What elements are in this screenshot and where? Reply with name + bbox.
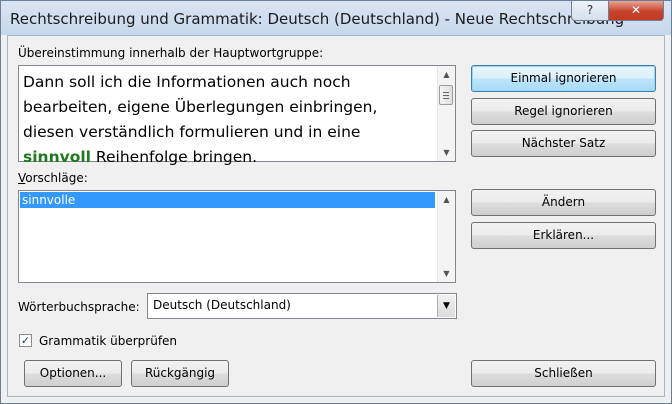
suggestion-item[interactable]: sinnvolle — [20, 192, 435, 208]
title-bar[interactable]: Rechtschreibung und Grammatik: Deutsch (… — [1, 1, 671, 35]
sentence-after: Reihenfolge bringen. — [91, 148, 258, 166]
suggestions-scrollbar[interactable]: ▲ ▼ — [437, 191, 455, 282]
close-icon: ✕ — [630, 3, 642, 17]
dictionary-language-label: Wörterbuchsprache: — [18, 300, 140, 314]
next-sentence-button[interactable]: Nächster Satz — [471, 130, 656, 157]
explain-button[interactable]: Erklären... — [471, 222, 656, 249]
undo-button[interactable]: Rückgängig — [131, 360, 229, 387]
spelling-grammar-dialog: Rechtschreibung und Grammatik: Deutsch (… — [0, 0, 672, 404]
scroll-up-arrow-icon[interactable]: ▲ — [438, 66, 455, 83]
close-window-button[interactable]: ✕ — [608, 1, 664, 21]
sentence-before: Dann soll ich die Informationen auch noc… — [23, 73, 378, 141]
help-button[interactable]: ? — [571, 1, 609, 21]
sentence-text: Dann soll ich die Informationen auch noc… — [23, 70, 423, 170]
ignore-once-button[interactable]: Einmal ignorieren — [471, 65, 656, 92]
scroll-up-arrow-icon[interactable]: ▲ — [438, 191, 455, 208]
scroll-down-arrow-icon[interactable]: ▼ — [438, 265, 455, 282]
chevron-down-icon[interactable]: ▼ — [437, 295, 455, 317]
grammar-check-checkbox[interactable]: ✓ — [19, 334, 32, 347]
suggestions-label: Vorschläge: — [18, 171, 88, 185]
error-word: sinnvoll — [23, 148, 91, 166]
check-icon: ✓ — [20, 334, 31, 347]
grammar-check-label[interactable]: Grammatik überprüfen — [39, 334, 177, 348]
scroll-thumb[interactable] — [439, 85, 453, 105]
ignore-rule-button[interactable]: Regel ignorieren — [471, 98, 656, 125]
window-title: Rechtschreibung und Grammatik: Deutsch (… — [10, 10, 625, 28]
dialog-body: Übereinstimmung innerhalb der Hauptwortg… — [7, 35, 665, 397]
scroll-down-arrow-icon[interactable]: ▼ — [438, 144, 455, 161]
close-button[interactable]: Schließen — [471, 360, 656, 387]
help-icon: ? — [586, 3, 594, 17]
error-type-label: Übereinstimmung innerhalb der Hauptwortg… — [18, 46, 324, 60]
options-button[interactable]: Optionen... — [24, 360, 122, 387]
sentence-scrollbar[interactable]: ▲ ▼ — [437, 66, 455, 161]
suggestions-list[interactable]: sinnvolle ▲ ▼ — [18, 190, 456, 283]
dictionary-language-value: Deutsch (Deutschland) — [153, 298, 291, 312]
change-button[interactable]: Ändern — [471, 189, 656, 216]
dictionary-language-select[interactable]: Deutsch (Deutschland) ▼ — [147, 293, 457, 319]
sentence-textbox[interactable]: Dann soll ich die Informationen auch noc… — [18, 65, 456, 166]
